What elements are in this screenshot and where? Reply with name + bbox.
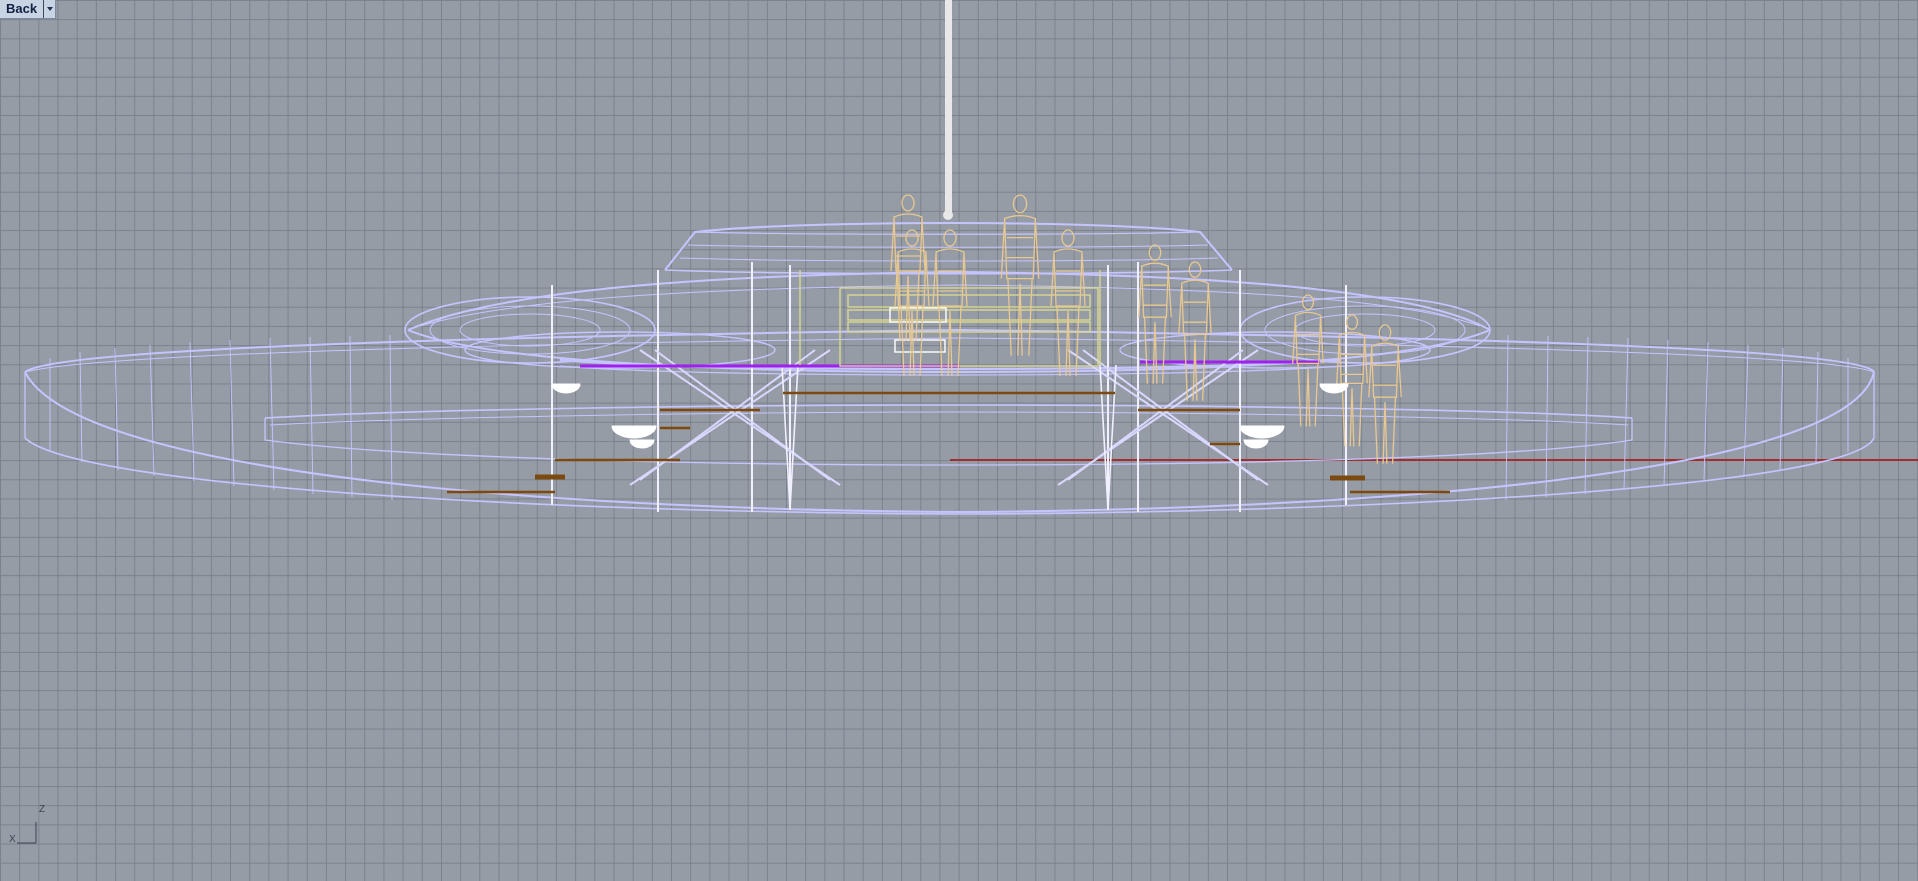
viewport-title-tab[interactable]: Back: [0, 0, 57, 19]
axis-label-z: Z: [39, 804, 46, 815]
hull-wireframe: [24, 222, 1875, 515]
axis-widget: [17, 822, 37, 844]
human-figure: [1050, 229, 1086, 377]
suspension-rod: [945, 0, 952, 215]
rod-joint: [943, 210, 953, 220]
human-figure: [932, 229, 968, 377]
human-figure: [890, 194, 926, 342]
axis-label-x: X: [9, 834, 16, 845]
viewport-back[interactable]: Z X Back: [0, 0, 1918, 881]
viewport-title-label[interactable]: Back: [0, 0, 43, 18]
human-figure: [1178, 261, 1212, 401]
viewport-menu-chevron-down-icon[interactable]: [43, 0, 55, 18]
wireframe-model[interactable]: [0, 0, 1918, 881]
